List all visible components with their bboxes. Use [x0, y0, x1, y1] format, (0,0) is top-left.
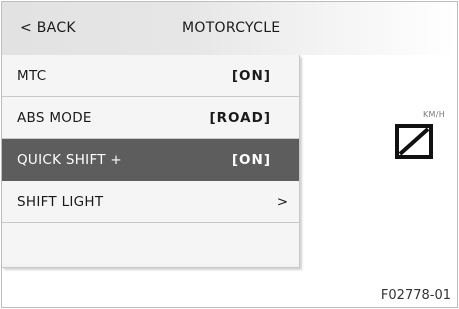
header-bar: < BACK MOTORCYCLE — [2, 2, 457, 55]
settings-menu: MTC [ON] ABS MODE [ROAD] QUICK SHIFT + [… — [2, 55, 300, 268]
dashboard-screen: < BACK MOTORCYCLE MTC [ON] ABS MODE [ROA… — [1, 1, 458, 308]
menu-item-mtc[interactable]: MTC [ON] — [2, 55, 299, 97]
page-title: MOTORCYCLE — [182, 20, 281, 36]
back-button[interactable]: < BACK — [20, 2, 76, 55]
menu-item-label: QUICK SHIFT + — [17, 152, 123, 168]
menu-item-abs-mode[interactable]: ABS MODE [ROAD] — [2, 97, 299, 139]
crossed-box-icon — [395, 124, 433, 159]
menu-item-label: MTC — [17, 68, 47, 84]
menu-item-empty — [2, 223, 299, 264]
menu-item-quick-shift[interactable]: QUICK SHIFT + [ON] — [2, 139, 299, 181]
menu-item-value: [ON] — [231, 152, 271, 168]
menu-item-label: SHIFT LIGHT — [17, 194, 104, 210]
menu-item-value: [ON] — [231, 68, 271, 84]
menu-item-label: ABS MODE — [17, 110, 92, 126]
menu-item-shift-light[interactable]: SHIFT LIGHT > — [2, 181, 299, 223]
figure-code: F02778-01 — [380, 288, 451, 303]
menu-item-value: [ROAD] — [209, 110, 271, 126]
chevron-right-icon: > — [276, 194, 289, 210]
